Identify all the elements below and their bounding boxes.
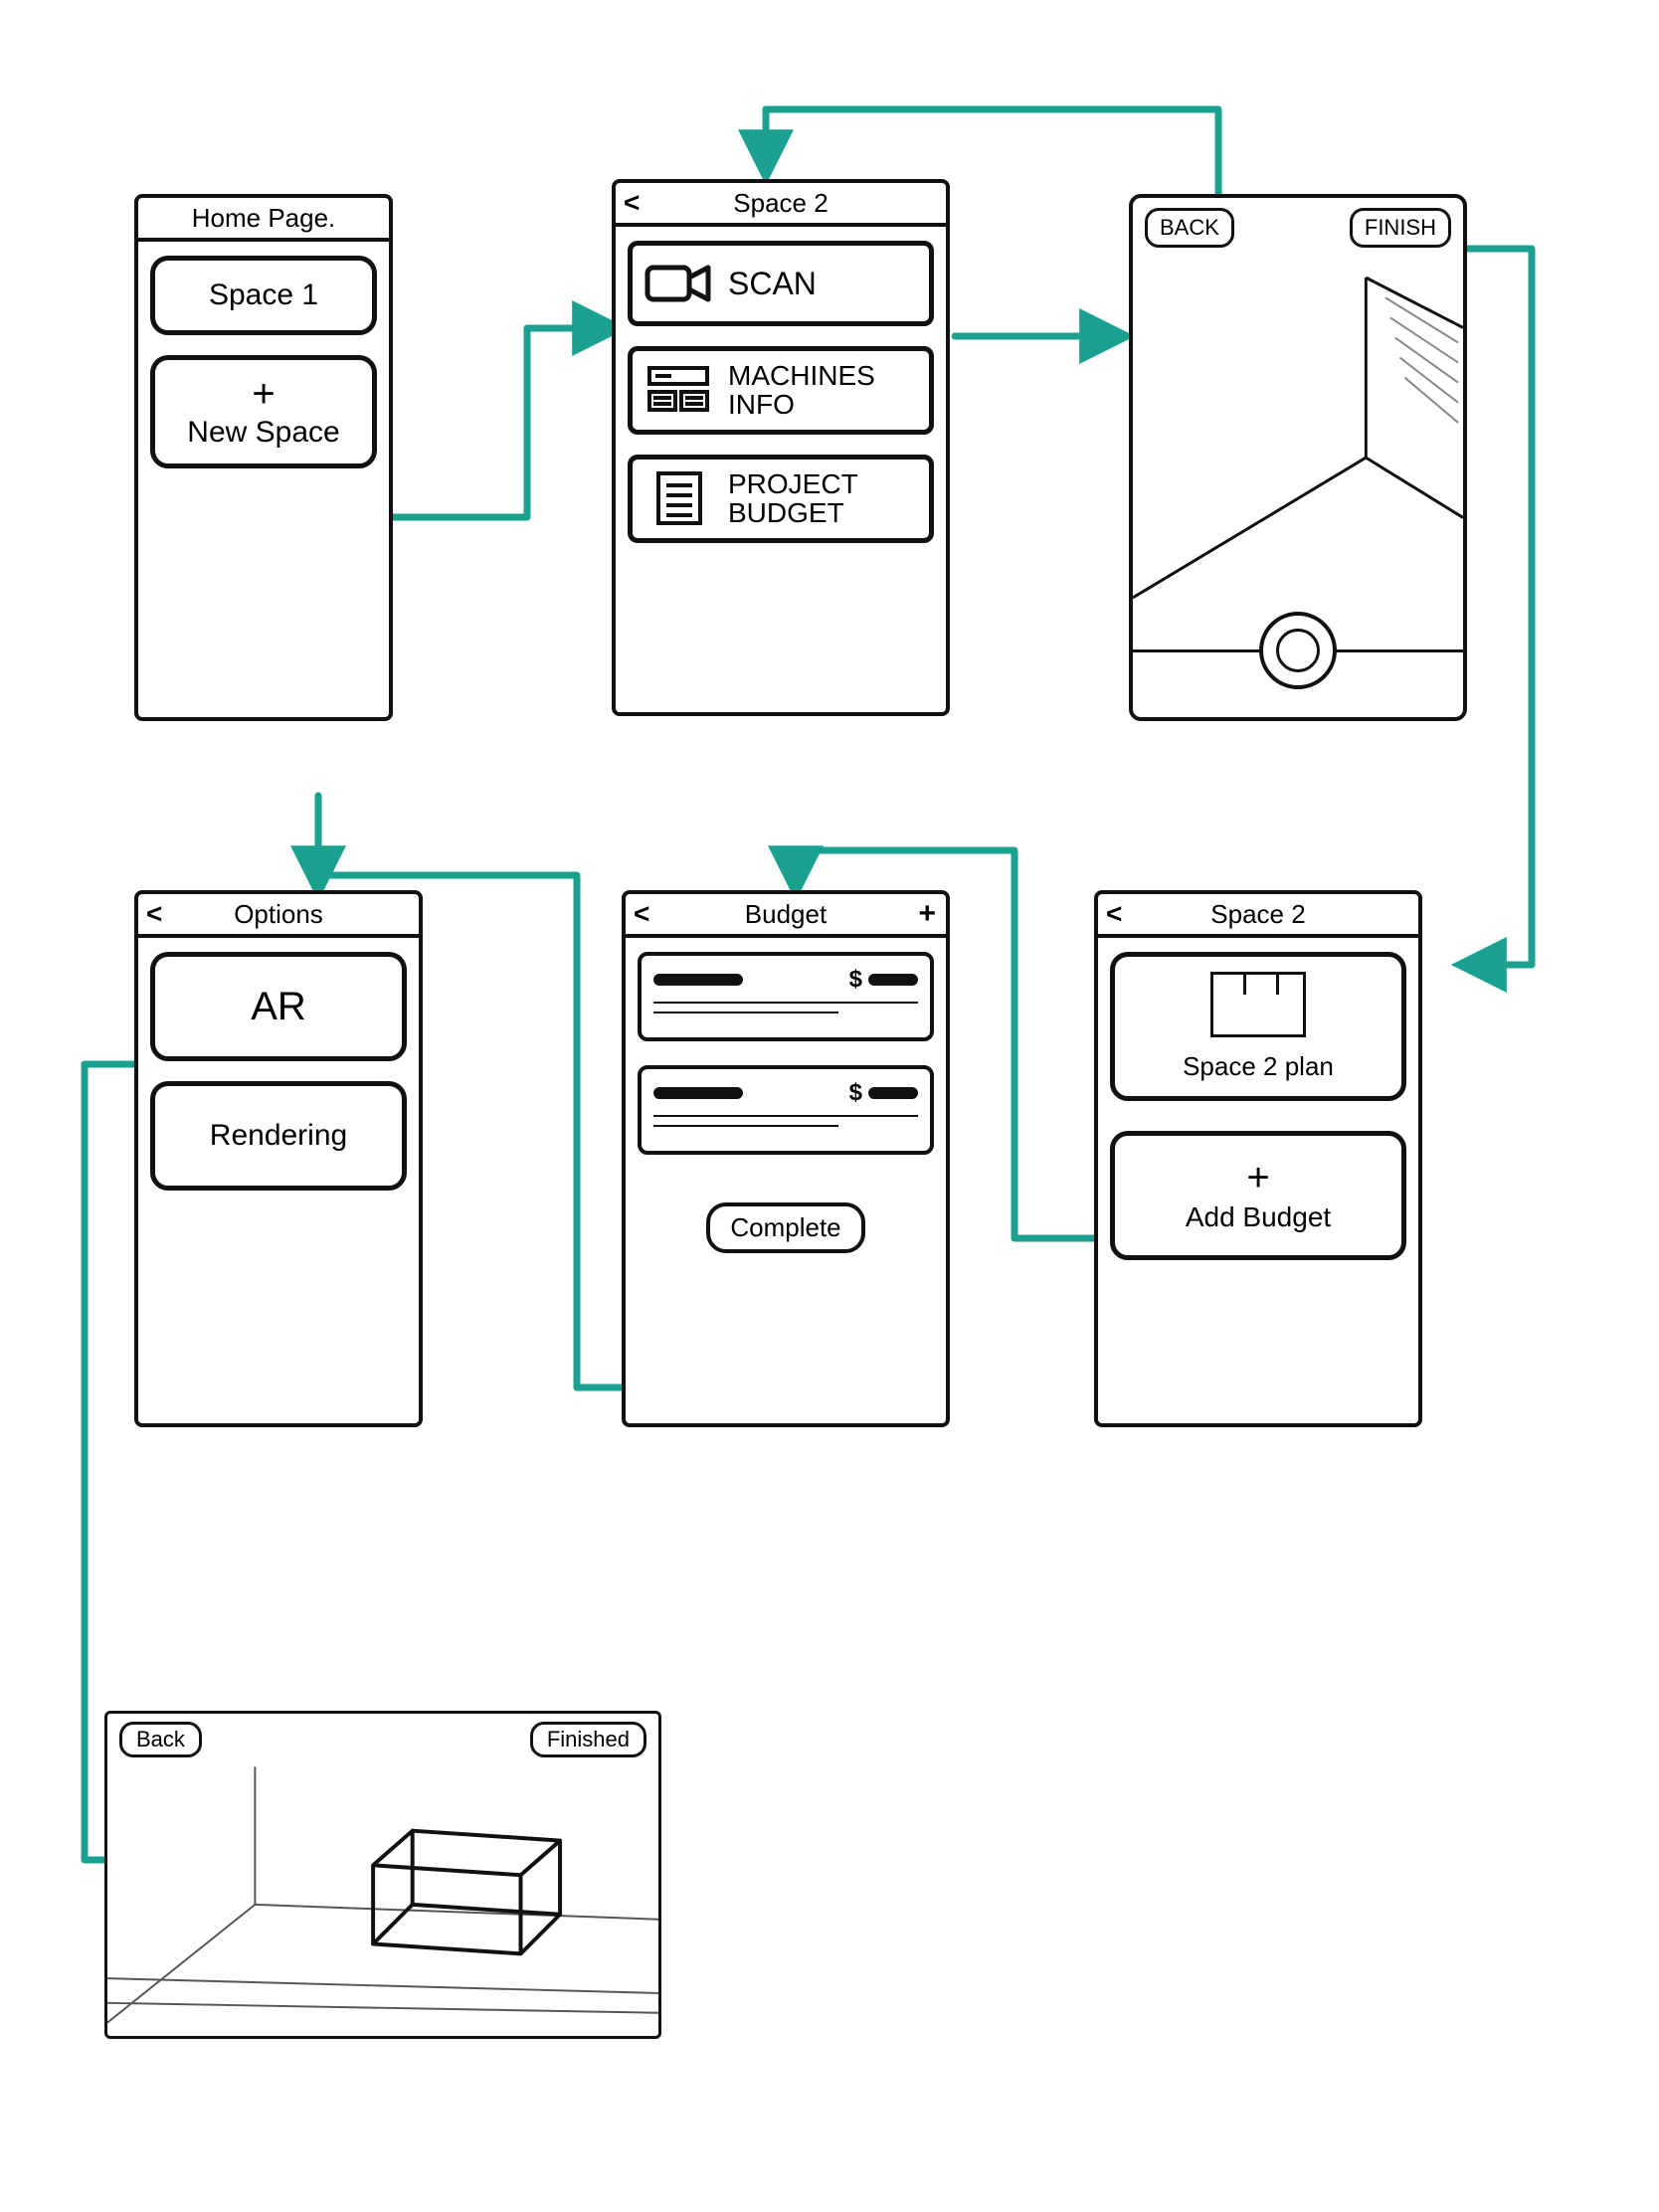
camera-icon [645,256,714,311]
ar-button[interactable]: AR [150,952,407,1061]
ar-label: AR [251,985,306,1029]
screen-options: < Options AR Rendering [134,890,423,1427]
space-menu-titlebar: < Space 2 [616,183,946,227]
shutter-row [1133,612,1463,689]
space-plan-card[interactable]: Space 2 plan [1110,952,1406,1101]
machines-icon [645,362,714,418]
options-titlebar: < Options [138,894,419,938]
screen-render-view: Back Finished [104,1711,661,2039]
add-budget-card[interactable]: + Add Budget [1110,1131,1406,1260]
rendering-label: Rendering [210,1119,347,1153]
rendered-room-sketch [107,1765,658,2024]
space1-label: Space 1 [209,278,318,312]
new-space-card[interactable]: + New Space [150,355,377,468]
render-finished-button[interactable]: Finished [530,1722,646,1757]
home-title-text: Home Page. [192,203,336,234]
plus-icon: + [1246,1158,1269,1198]
floorplan-icon [1210,972,1306,1037]
options-title: Options [234,899,323,930]
item-name-placeholder [653,974,743,986]
item-name-placeholder [653,1087,743,1099]
home-title: Home Page. [138,198,389,242]
item-price-placeholder [868,974,918,986]
space-plan-label: Space 2 plan [1183,1051,1334,1082]
budget-titlebar: < Budget + [626,894,946,938]
shutter-button[interactable] [1259,612,1337,689]
scan-back-button[interactable]: BACK [1145,208,1234,248]
new-space-label: New Space [187,416,339,450]
project-budget-label: PROJECT BUDGET [728,469,858,528]
space-plan-titlebar: < Space 2 [1098,894,1418,938]
scan-label: SCAN [728,266,817,302]
back-icon[interactable]: < [624,187,640,219]
space-menu-title: Space 2 [733,188,828,219]
budget-title: Budget [745,899,827,930]
space-plan-title: Space 2 [1210,899,1305,930]
back-icon[interactable]: < [1106,898,1122,930]
plus-icon: + [252,374,275,414]
space1-card[interactable]: Space 1 [150,256,377,335]
budget-item-1[interactable]: $ [638,952,934,1041]
scan-button[interactable]: SCAN [628,241,934,326]
screen-home: Home Page. Space 1 + New Space [134,194,393,721]
screen-budget: < Budget + $ $ [622,890,950,1427]
machines-label: MACHINES INFO [728,361,875,420]
screen-scan: BACK FINISH [1129,194,1467,721]
room-perspective-sketch [1133,258,1463,618]
add-budget-item-icon[interactable]: + [918,897,936,931]
back-icon[interactable]: < [146,898,162,930]
currency-symbol: $ [849,966,862,994]
complete-label: Complete [730,1212,840,1242]
document-icon [645,470,714,526]
rendering-button[interactable]: Rendering [150,1081,407,1191]
screen-space-menu: < Space 2 SCAN MACHINES INFO [612,179,950,716]
currency-symbol: $ [849,1079,862,1107]
render-back-button[interactable]: Back [119,1722,202,1757]
add-budget-label: Add Budget [1186,1201,1331,1233]
project-budget-button[interactable]: PROJECT BUDGET [628,455,934,543]
item-price-placeholder [868,1087,918,1099]
screen-space-plan: < Space 2 Space 2 plan + Add Budget [1094,890,1422,1427]
machines-info-button[interactable]: MACHINES INFO [628,346,934,435]
budget-item-2[interactable]: $ [638,1065,934,1155]
complete-button[interactable]: Complete [706,1202,864,1253]
back-icon[interactable]: < [634,898,649,930]
scan-finish-button[interactable]: FINISH [1350,208,1451,248]
